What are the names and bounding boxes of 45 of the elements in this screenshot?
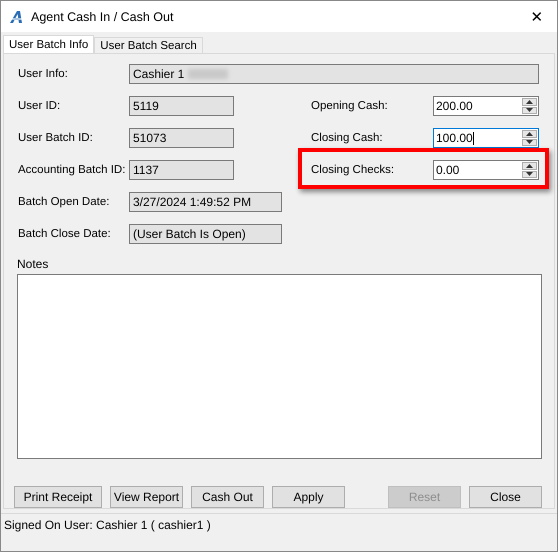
readonly-field[interactable]: 1137: [129, 160, 234, 180]
spin-up-button[interactable]: [522, 98, 537, 106]
spin-up-button[interactable]: [522, 130, 537, 138]
tab[interactable]: User Batch Search: [94, 37, 203, 53]
spin-field[interactable]: 200.00: [433, 96, 539, 116]
status-bar: Signed On User: Cashier 1 ( cashier1 ): [1, 513, 557, 535]
down-arrow-icon: [526, 108, 533, 112]
app-logo-icon: [9, 10, 25, 24]
field-label: User Info:: [18, 68, 69, 80]
dialog-button[interactable]: Cash Out: [191, 486, 264, 508]
dialog-button[interactable]: Apply: [272, 486, 345, 508]
spin-down-button[interactable]: [522, 138, 537, 146]
text-cursor: [472, 132, 474, 144]
readonly-field[interactable]: 51073: [129, 128, 234, 148]
spin-field[interactable]: 0.00: [433, 160, 539, 180]
notes-field[interactable]: [17, 274, 542, 459]
dialog-button[interactable]: Close: [469, 486, 542, 508]
field-label: Notes: [17, 257, 50, 271]
field-label: Accounting Batch ID:: [18, 164, 126, 176]
window-title: Agent Cash In / Cash Out: [31, 10, 174, 24]
spin-down-button[interactable]: [522, 170, 537, 178]
spin-up-button[interactable]: [522, 162, 537, 170]
field-label: Opening Cash:: [311, 100, 389, 112]
field-label: Closing Checks:: [311, 164, 396, 176]
down-arrow-icon: [526, 140, 533, 144]
readonly-field[interactable]: (User Batch Is Open): [129, 224, 282, 244]
field-label: User ID:: [18, 100, 62, 112]
readonly-field[interactable]: 3/27/2024 1:49:52 PM: [129, 192, 282, 212]
field-label: User Batch ID:: [18, 132, 94, 144]
readonly-field[interactable]: Cashier 1: [129, 64, 539, 84]
down-arrow-icon: [526, 172, 533, 176]
field-label: Batch Close Date:: [18, 228, 112, 240]
close-icon[interactable]: ✕: [517, 8, 557, 26]
field-label: Batch Open Date:: [18, 196, 110, 208]
spin-down-button[interactable]: [522, 106, 537, 114]
up-arrow-icon: [526, 164, 533, 168]
up-arrow-icon: [526, 100, 533, 104]
up-arrow-icon: [526, 132, 533, 136]
dialog-button[interactable]: Print Receipt: [14, 486, 102, 508]
dialog-button[interactable]: View Report: [110, 486, 183, 508]
redacted-text: [188, 69, 228, 79]
tab[interactable]: User Batch Info: [3, 35, 94, 53]
field-label: Closing Cash:: [311, 132, 384, 144]
readonly-field[interactable]: 5119: [129, 96, 234, 116]
spin-field[interactable]: 100.00: [433, 128, 539, 148]
